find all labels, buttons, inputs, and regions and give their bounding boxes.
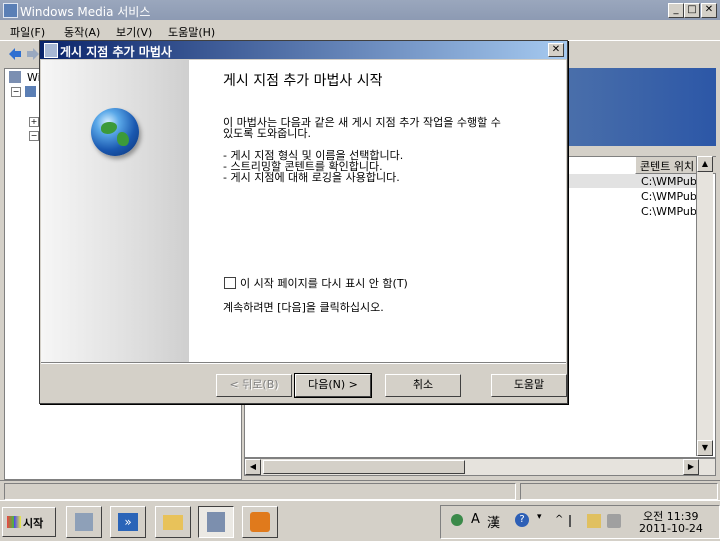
continue-instruction: 계속하려면 [다음]을 클릭하십시오. xyxy=(223,301,384,314)
next-button[interactable]: 다음(N) > xyxy=(294,373,372,398)
show-hidden-icons-icon[interactable]: ^ xyxy=(555,514,563,525)
scroll-thumb[interactable] xyxy=(263,460,465,474)
ime-help-icon[interactable]: ? xyxy=(515,513,529,527)
action-center-flag-icon[interactable] xyxy=(569,515,581,527)
scroll-down-icon[interactable]: ▼ xyxy=(697,440,713,456)
list-item[interactable]: C:\WMPub xyxy=(641,175,697,188)
menu-bar: 파일(F) 동작(A) 보기(V) 도움말(H) xyxy=(0,20,720,40)
status-segment-right xyxy=(520,483,718,500)
dont-show-again-label[interactable]: 이 시작 페이지를 다시 표시 안 함(T) xyxy=(240,275,408,291)
server-manager-icon xyxy=(75,513,93,531)
clock-date[interactable]: 2011-10-24 xyxy=(639,522,703,535)
tree-collapse-toggle-2[interactable]: − xyxy=(29,131,39,141)
list-item[interactable]: C:\WMPub xyxy=(641,190,697,203)
wizard-heading: 게시 지점 추가 마법사 시작 xyxy=(223,73,383,89)
wizard-side-panel xyxy=(41,60,189,362)
scroll-right-icon[interactable]: ▶ xyxy=(683,459,699,475)
media-player-taskbar-button[interactable] xyxy=(242,506,278,538)
menu-file[interactable]: 파일(F) xyxy=(10,24,45,40)
tree-expand-toggle[interactable]: + xyxy=(29,117,39,127)
folder-icon xyxy=(163,515,183,530)
status-segment-main xyxy=(4,483,516,500)
media-player-icon xyxy=(250,512,270,532)
globe-icon xyxy=(91,108,139,156)
list-item[interactable]: C:\WMPub xyxy=(641,205,697,218)
volume-muted-icon[interactable] xyxy=(607,514,621,528)
powershell-icon: » xyxy=(118,513,138,531)
ime-hanja[interactable]: 漢 xyxy=(487,512,500,531)
wms-taskbar-button[interactable] xyxy=(198,506,234,538)
column-header-label: 콘텐트 위치 xyxy=(640,160,695,173)
details-banner xyxy=(566,68,716,146)
cancel-button[interactable]: 취소 xyxy=(385,374,461,397)
maximize-button[interactable]: □ xyxy=(684,3,700,18)
explorer-taskbar-button[interactable] xyxy=(155,506,191,538)
windows-flag-icon xyxy=(7,516,21,528)
server-icon xyxy=(9,71,21,83)
taskbar: 시작 » A 漢 ? ▾ ^ 오전 11:39 2011-10-24 xyxy=(0,500,720,541)
dialog-body: 게시 지점 추가 마법사 시작 이 마법사는 다음과 같은 새 게시 지점 추가… xyxy=(41,60,566,362)
language-bar-icon[interactable] xyxy=(451,514,463,526)
ime-mode[interactable]: A xyxy=(471,512,480,527)
dialog-title: 게시 지점 추가 마법사 xyxy=(60,45,172,59)
powershell-taskbar-button[interactable]: » xyxy=(110,506,146,538)
menu-help[interactable]: 도움말(H) xyxy=(168,24,215,40)
dialog-divider xyxy=(41,362,566,364)
menu-action[interactable]: 동작(A) xyxy=(64,24,100,40)
help-button[interactable]: 도움말 xyxy=(491,374,567,397)
add-publishing-point-wizard: 게시 지점 추가 마법사 ✕ 게시 지점 추가 마법사 시작 이 마법사는 다음… xyxy=(39,40,568,404)
wizard-task: - 게시 지점에 대해 로깅을 사용합니다. xyxy=(223,171,400,184)
tree-collapse-toggle[interactable]: − xyxy=(11,87,21,97)
vertical-scrollbar[interactable]: ▲ ▼ xyxy=(696,156,713,456)
security-icon[interactable] xyxy=(587,514,601,528)
start-button[interactable]: 시작 xyxy=(2,507,56,537)
menu-view[interactable]: 보기(V) xyxy=(116,24,152,40)
server-manager-taskbar-button[interactable] xyxy=(66,506,102,538)
horizontal-scrollbar[interactable]: ◀ ▶ xyxy=(244,458,716,476)
wizard-intro-line2: 있도록 도와줍니다. xyxy=(223,127,311,140)
back-arrow-icon[interactable] xyxy=(8,47,22,61)
start-label: 시작 xyxy=(23,517,44,530)
dialog-close-button[interactable]: ✕ xyxy=(548,43,564,57)
minimize-button[interactable]: _ xyxy=(668,3,684,18)
status-bar xyxy=(0,480,720,501)
forward-arrow-icon[interactable] xyxy=(26,47,40,61)
back-button[interactable]: < 뒤로(B) xyxy=(216,374,292,397)
tree-node-icon xyxy=(25,86,36,97)
wms-server-icon xyxy=(207,512,225,532)
dont-show-again-checkbox[interactable] xyxy=(224,277,236,289)
scroll-left-icon[interactable]: ◀ xyxy=(245,459,261,475)
wizard-app-icon xyxy=(44,43,58,58)
main-window-title: Windows Media 서비스 xyxy=(20,5,151,19)
notification-area: A 漢 ? ▾ ^ 오전 11:39 2011-10-24 xyxy=(440,505,720,539)
ime-options-icon[interactable]: ▾ xyxy=(537,512,542,522)
wms-app-icon xyxy=(3,3,18,18)
main-window-titlebar: Windows Media 서비스 _ □ ✕ xyxy=(0,0,720,20)
close-button[interactable]: ✕ xyxy=(701,3,717,18)
scroll-up-icon[interactable]: ▲ xyxy=(697,156,713,172)
dialog-titlebar: 게시 지점 추가 마법사 ✕ xyxy=(40,41,567,59)
